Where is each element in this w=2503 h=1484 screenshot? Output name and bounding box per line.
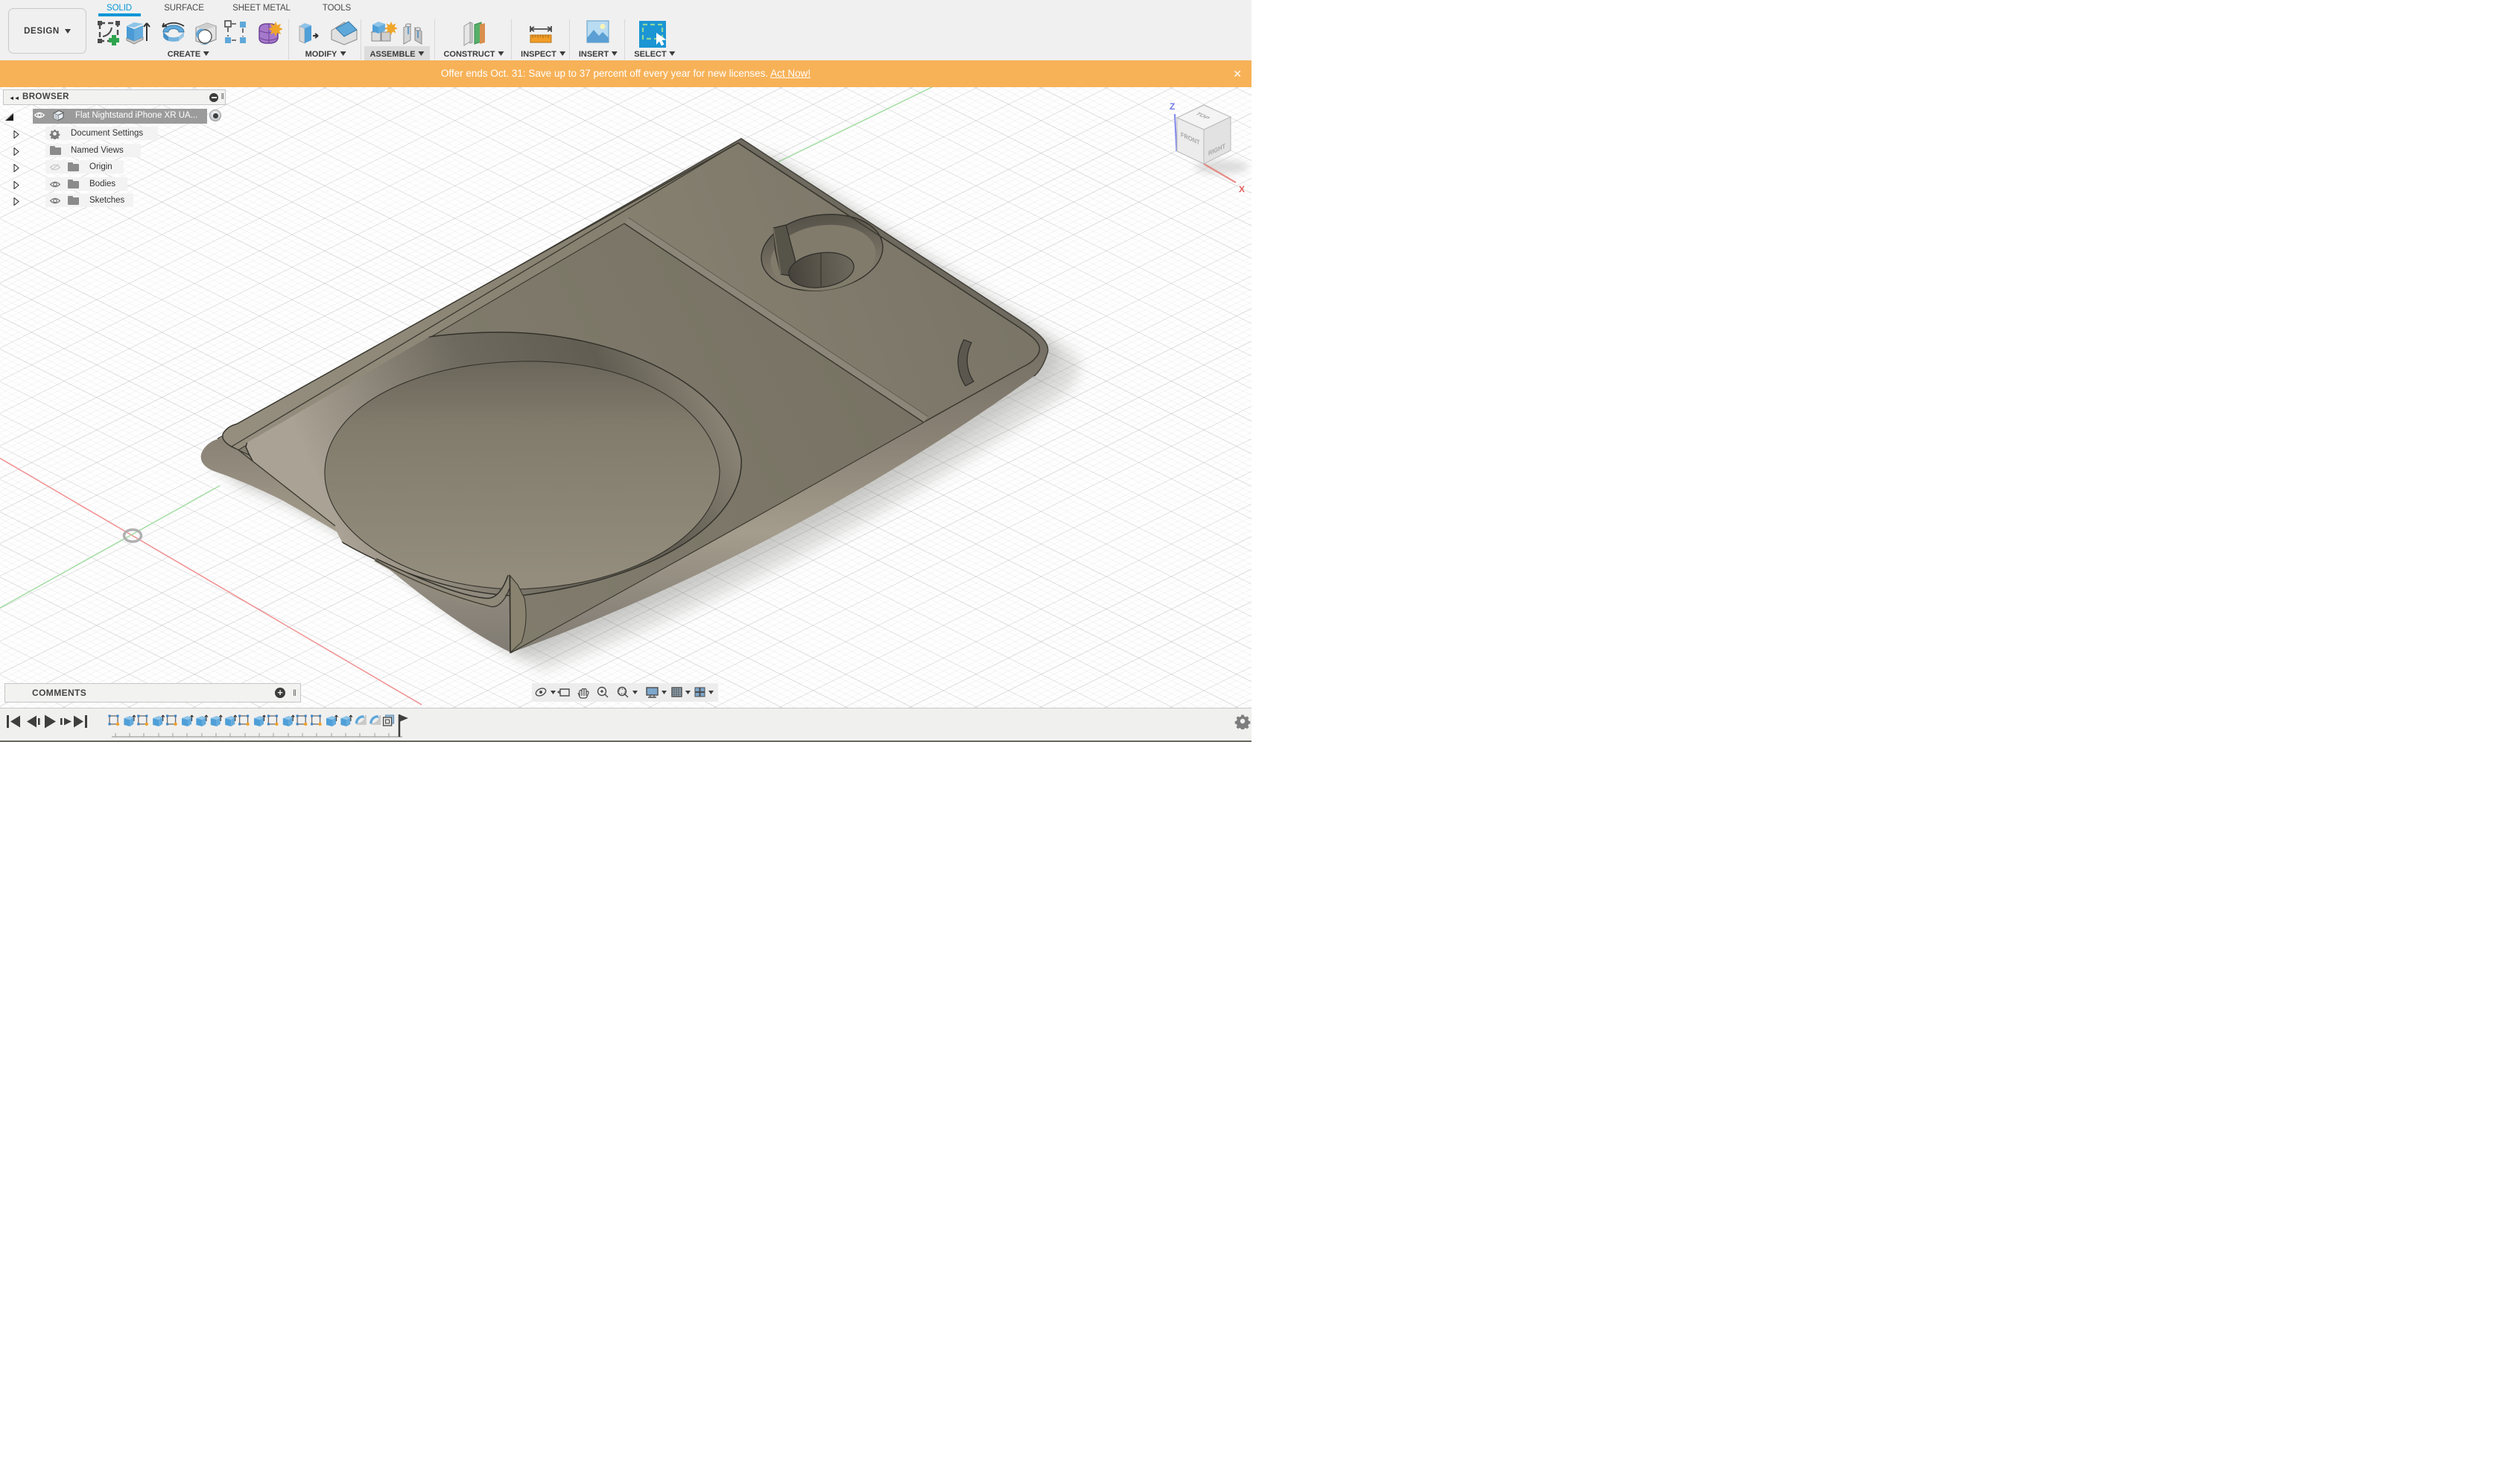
svg-text:X: X	[1239, 184, 1245, 194]
svg-text:Z: Z	[1170, 101, 1175, 112]
